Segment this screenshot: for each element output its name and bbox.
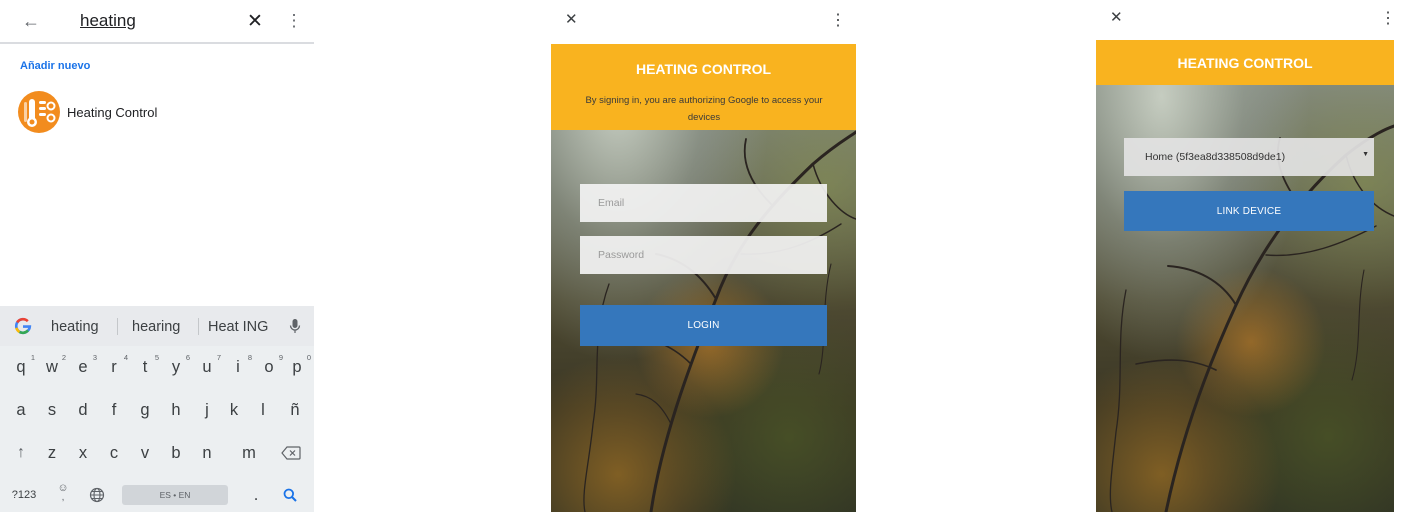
key-k[interactable]: k bbox=[222, 395, 246, 425]
key-x[interactable]: x bbox=[71, 438, 95, 468]
app-title: HEATING CONTROL bbox=[1177, 55, 1313, 71]
emoji-key-icon[interactable]: ☺, bbox=[53, 478, 73, 508]
app-title: HEATING CONTROL bbox=[635, 61, 772, 77]
search-screen: ← heating ✕ ⋮ Añadir nuevo Heating Contr… bbox=[0, 0, 330, 512]
more-options-icon[interactable]: ⋮ bbox=[1380, 8, 1396, 28]
more-options-icon[interactable]: ⋮ bbox=[830, 10, 846, 30]
key-v[interactable]: v bbox=[133, 438, 157, 468]
login-screen: ✕ ⋮ HEATING CONTROL By signing in, you a… bbox=[540, 0, 870, 512]
backspace-icon[interactable] bbox=[278, 438, 304, 468]
key-q[interactable]: q1 bbox=[9, 352, 35, 382]
key-o[interactable]: o9 bbox=[257, 352, 283, 382]
suggestion-divider bbox=[117, 318, 118, 335]
search-bar: ← heating ✕ ⋮ bbox=[0, 0, 314, 44]
key-i[interactable]: i8 bbox=[226, 352, 252, 382]
suggestion-strip: heating hearing Heat ING bbox=[0, 306, 314, 346]
key-w[interactable]: w2 bbox=[40, 352, 66, 382]
key-b[interactable]: b bbox=[164, 438, 188, 468]
add-new-section-label: Añadir nuevo bbox=[20, 60, 91, 72]
close-icon[interactable]: ✕ bbox=[1110, 8, 1123, 26]
key-u[interactable]: u7 bbox=[195, 352, 221, 382]
key-z[interactable]: z bbox=[40, 438, 64, 468]
link-device-webview: HEATING CONTROL Home (5f3ea8d338508d9de1… bbox=[1096, 40, 1394, 512]
key-p[interactable]: p0 bbox=[285, 352, 311, 382]
more-options-icon[interactable]: ⋮ bbox=[283, 10, 305, 32]
password-field[interactable]: Password bbox=[580, 236, 827, 274]
suggestion-1[interactable]: heating bbox=[51, 319, 99, 335]
suggestion-3[interactable]: Heat ING bbox=[208, 319, 268, 335]
key-y[interactable]: y6 bbox=[164, 352, 190, 382]
heating-control-app-icon bbox=[18, 91, 60, 133]
close-icon[interactable]: ✕ bbox=[565, 10, 578, 28]
chevron-down-icon: ▼ bbox=[1362, 151, 1369, 158]
brand-header: HEATING CONTROL bbox=[1096, 40, 1394, 85]
key-a[interactable]: a bbox=[9, 395, 33, 425]
space-bar[interactable]: ES • EN bbox=[122, 485, 228, 505]
key-j[interactable]: j bbox=[195, 395, 219, 425]
key-f[interactable]: f bbox=[102, 395, 126, 425]
key-d[interactable]: d bbox=[71, 395, 95, 425]
home-select-value: Home (5f3ea8d338508d9de1) bbox=[1145, 151, 1286, 163]
branch-illustration bbox=[1109, 124, 1394, 512]
search-icon[interactable] bbox=[278, 480, 302, 510]
shift-key-icon[interactable]: ↑ bbox=[9, 438, 33, 468]
key-ntilde[interactable]: ñ bbox=[283, 395, 307, 425]
key-period[interactable]: . bbox=[244, 480, 268, 510]
symbols-key[interactable]: ?123 bbox=[9, 480, 39, 510]
link-device-button[interactable]: LINK DEVICE bbox=[1124, 191, 1374, 231]
brand-header: HEATING CONTROL By signing in, you are a… bbox=[551, 44, 856, 130]
key-r[interactable]: r4 bbox=[102, 352, 128, 382]
key-c[interactable]: c bbox=[102, 438, 126, 468]
search-input[interactable]: heating bbox=[80, 11, 136, 31]
key-m[interactable]: m bbox=[237, 438, 261, 468]
key-s[interactable]: s bbox=[40, 395, 64, 425]
key-h[interactable]: h bbox=[164, 395, 188, 425]
key-g[interactable]: g bbox=[133, 395, 157, 425]
result-label: Heating Control bbox=[67, 104, 158, 120]
suggestion-divider bbox=[198, 318, 199, 335]
key-e[interactable]: e3 bbox=[71, 352, 97, 382]
authorization-notice: By signing in, you are authorizing Googl… bbox=[585, 95, 823, 123]
login-button[interactable]: LOGIN bbox=[580, 305, 827, 346]
key-l[interactable]: l bbox=[251, 395, 275, 425]
microphone-icon[interactable] bbox=[286, 317, 304, 335]
key-t[interactable]: t5 bbox=[133, 352, 159, 382]
link-device-screen: ✕ ⋮ HEATING CONTROL Home (5f3ea8d338508d… bbox=[1080, 0, 1410, 512]
globe-icon[interactable] bbox=[86, 480, 108, 510]
keyboard: heating hearing Heat ING q1 w2 e3 r4 t5 … bbox=[0, 306, 314, 512]
suggestion-2[interactable]: hearing bbox=[132, 319, 180, 335]
google-g-icon[interactable] bbox=[13, 316, 33, 336]
result-item-heating-control[interactable]: Heating Control bbox=[18, 91, 308, 133]
login-webview: HEATING CONTROL By signing in, you are a… bbox=[551, 44, 856, 512]
email-field[interactable]: Email bbox=[580, 184, 827, 222]
back-arrow-icon[interactable]: ← bbox=[20, 10, 42, 32]
key-n[interactable]: n bbox=[195, 438, 219, 468]
home-select[interactable]: Home (5f3ea8d338508d9de1) ▼ bbox=[1124, 138, 1374, 176]
close-icon[interactable]: ✕ bbox=[244, 10, 266, 32]
